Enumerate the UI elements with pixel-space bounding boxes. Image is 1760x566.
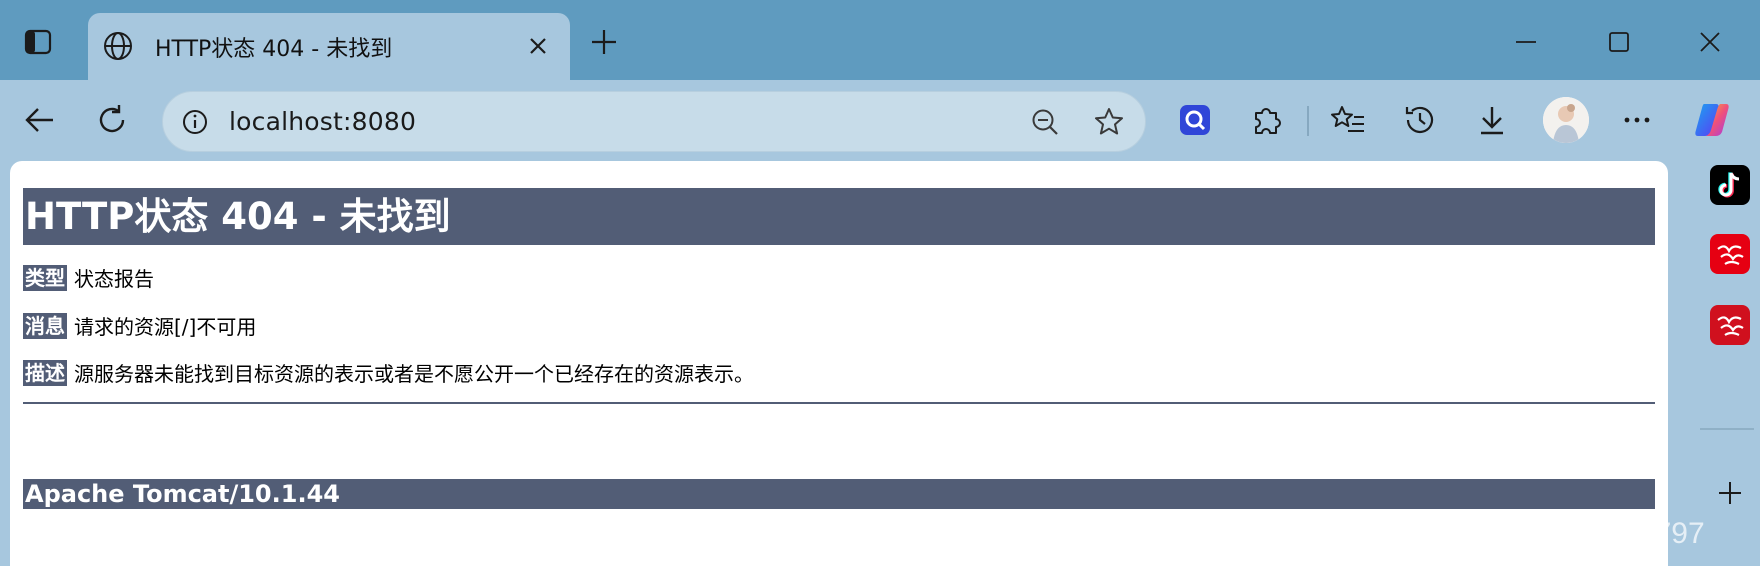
zoom-out-icon[interactable]: [1027, 104, 1063, 140]
right-sidebar: [1668, 161, 1760, 566]
type-label: 类型: [23, 264, 67, 291]
address-bar[interactable]: localhost:8080: [162, 91, 1146, 152]
minimize-icon: [1516, 41, 1536, 43]
globe-icon: [100, 28, 136, 64]
history-icon: [1405, 106, 1434, 133]
description-row: 描述 源服务器未能找到目标资源的表示或者是不愿公开一个已经存在的资源表示。: [23, 358, 754, 387]
page-content: HTTP状态 404 - 未找到 类型 状态报告 消息 请求的资源[/]不可用 …: [10, 161, 1668, 566]
watermark: CSDN @lwj2174778797: [1379, 517, 1705, 550]
error-heading: HTTP状态 404 - 未找到: [23, 188, 1655, 245]
divider: [23, 241, 1655, 243]
xuexi-icon: [1717, 245, 1744, 265]
sidebar-app-xuexi-alt[interactable]: [1710, 305, 1750, 345]
search-extension-button[interactable]: [1173, 98, 1217, 142]
reload-icon: [99, 105, 125, 133]
site-info-icon[interactable]: [177, 104, 213, 140]
close-window-icon: [1700, 32, 1720, 52]
tab-close-button[interactable]: [520, 28, 556, 64]
plus-icon: [1719, 482, 1741, 504]
tab-actions-button[interactable]: [20, 24, 56, 60]
copilot-button[interactable]: [1690, 98, 1734, 142]
sidebar-add-button[interactable]: [1710, 473, 1750, 513]
reload-button[interactable]: [90, 98, 134, 142]
back-button[interactable]: [18, 98, 62, 142]
tiktok-icon: [1718, 172, 1740, 198]
message-value: 请求的资源[/]不可用: [74, 315, 257, 339]
favorites-list-icon: [1331, 106, 1364, 132]
search-extension-icon: [1180, 105, 1210, 135]
download-icon: [1481, 107, 1503, 135]
browser-toolbar: localhost:8080: [0, 80, 1760, 160]
sidebar-app-xuexi[interactable]: [1710, 234, 1750, 274]
description-label: 描述: [23, 359, 67, 386]
profile-avatar-image: [1543, 97, 1589, 143]
more-dots-icon: [1624, 117, 1650, 123]
active-tab[interactable]: HTTP状态 404 - 未找到: [88, 13, 570, 80]
description-value: 源服务器未能找到目标资源的表示或者是不愿公开一个已经存在的资源表示。: [74, 362, 754, 386]
server-footer: Apache Tomcat/10.1.44: [23, 479, 1655, 509]
url-text[interactable]: localhost:8080: [229, 107, 416, 136]
new-tab-button[interactable]: [586, 24, 622, 60]
favorite-star-icon[interactable]: [1091, 104, 1127, 140]
close-icon: [530, 38, 546, 54]
back-arrow-icon: [25, 108, 53, 132]
maximize-icon: [1609, 32, 1629, 52]
type-value: 状态报告: [74, 267, 154, 291]
divider: [23, 402, 1655, 404]
maximize-button[interactable]: [1599, 22, 1639, 62]
xuexi-alt-icon: [1717, 316, 1744, 336]
profile-avatar[interactable]: [1543, 97, 1589, 143]
plus-icon: [592, 30, 616, 54]
copilot-icon: [1695, 104, 1729, 136]
favorites-button[interactable]: [1326, 98, 1370, 142]
minimize-button[interactable]: [1506, 22, 1546, 62]
close-window-button[interactable]: [1690, 22, 1730, 62]
title-bar: HTTP状态 404 - 未找到: [0, 0, 1760, 80]
puzzle-icon: [1255, 108, 1281, 134]
tab-title: HTTP状态 404 - 未找到: [155, 37, 393, 62]
tab-actions-icon: [24, 29, 52, 55]
message-row: 消息 请求的资源[/]不可用: [23, 311, 256, 340]
toolbar-separator: [1307, 106, 1309, 136]
more-menu-button[interactable]: [1615, 98, 1659, 142]
message-label: 消息: [23, 312, 67, 339]
sidebar-app-tiktok[interactable]: [1710, 165, 1750, 205]
extensions-button[interactable]: [1245, 98, 1289, 142]
sidebar-separator: [1700, 428, 1754, 430]
downloads-button[interactable]: [1470, 98, 1514, 142]
type-row: 类型 状态报告: [23, 263, 154, 292]
history-button[interactable]: [1398, 98, 1442, 142]
